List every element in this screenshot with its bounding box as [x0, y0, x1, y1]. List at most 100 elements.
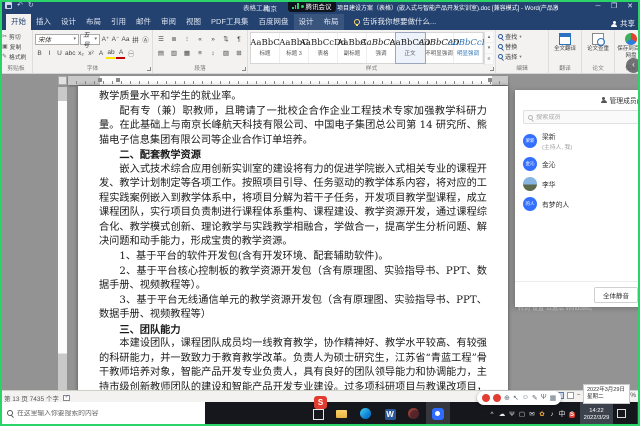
display-tray-icon[interactable]: ▢ — [517, 410, 527, 418]
right-indent-marker[interactable] — [488, 78, 492, 82]
subscript-button[interactable]: x₂ — [76, 48, 85, 59]
italic-button[interactable]: I — [45, 48, 54, 59]
meeting-logo-icon[interactable] — [493, 394, 501, 402]
align-right-button[interactable]: ▦ — [181, 48, 193, 59]
ime-indicator[interactable]: 中 — [557, 409, 567, 419]
text-effects-button[interactable]: A — [96, 48, 105, 59]
red-s-tray-icon[interactable]: S — [567, 411, 577, 418]
share-screen-icon[interactable]: ▦ — [550, 394, 557, 402]
tab-table-design[interactable]: 设计 — [294, 14, 319, 30]
line-spacing-button[interactable]: ↕ — [207, 48, 219, 59]
format-painter-button[interactable]: ✎ 格式刷 — [2, 52, 30, 61]
undo-icon[interactable]: ↶ — [17, 1, 23, 9]
align-left-button[interactable]: ▤ — [155, 48, 167, 59]
emoji-icon[interactable]: ☺ — [522, 394, 529, 402]
app-icon-dark[interactable] — [402, 402, 426, 426]
indent-marker[interactable] — [98, 78, 102, 82]
change-case-button[interactable]: Aa — [121, 34, 130, 45]
align-center-button[interactable]: ▥ — [168, 48, 180, 59]
web-layout-icon[interactable] — [567, 392, 574, 399]
annotate-pen-icon[interactable]: ✎ — [532, 394, 538, 402]
word-icon[interactable]: W — [378, 402, 402, 426]
font-size-select[interactable]: 五号▾ — [80, 34, 100, 45]
zoom-out-button[interactable]: − — [577, 392, 581, 399]
有梦的人[interactable]: 的人 有梦的人 — [515, 194, 640, 214]
paper-check-button[interactable]: 论文查重 — [584, 32, 612, 53]
member-search-box[interactable] — [523, 110, 640, 124]
cursor-icon[interactable]: ↖ — [513, 394, 519, 402]
enclose-characters-button[interactable]: ㊀ — [126, 48, 135, 59]
paragraph-dialog-launcher[interactable] — [242, 67, 246, 71]
font-name-select[interactable]: 宋体▾ — [35, 34, 79, 45]
increase-indent-button[interactable]: » — [207, 34, 219, 45]
tab-home[interactable]: 开始 — [6, 14, 31, 30]
tab-design[interactable]: 设计 — [56, 14, 81, 30]
style-table[interactable]: AaBbCcDd 表格 — [309, 33, 338, 63]
tab-baidu-netdisk[interactable]: 百度网盘 — [254, 14, 294, 30]
minimize-button[interactable]: ─ — [590, 0, 606, 13]
member-search-input[interactable] — [536, 114, 639, 121]
tencent-meeting-overlay[interactable]: 腾讯会议 — [288, 0, 336, 12]
highlight-button[interactable]: ab — [106, 48, 115, 59]
sort-button[interactable]: ⇅ — [220, 34, 232, 45]
tab-pdf-tools[interactable]: PDF工具集 — [206, 14, 254, 30]
volume-icon[interactable]: ♪ — [547, 411, 557, 418]
close-button[interactable]: ✕ — [622, 0, 638, 13]
font-color-button[interactable]: A — [116, 48, 125, 59]
tab-layout[interactable]: 布局 — [81, 14, 106, 30]
tab-review[interactable]: 审阅 — [156, 14, 181, 30]
mute-all-button[interactable]: 全体静音 — [594, 287, 638, 303]
share-button[interactable]: 共享 — [611, 18, 635, 29]
tray-expand-icon[interactable]: ^ — [487, 411, 497, 418]
tab-table-layout[interactable]: 布局 — [319, 14, 344, 30]
tab-view[interactable]: 视图 — [181, 14, 206, 30]
tell-me-search[interactable]: 告诉我你想要做什么... — [354, 14, 437, 30]
tab-stop-selector[interactable] — [58, 76, 67, 85]
style-intense-emphasis[interactable]: AaBbCcD 明显强调 — [454, 33, 483, 63]
superscript-button[interactable]: x² — [86, 48, 95, 59]
金沁[interactable]: 金沁 金沁 — [515, 154, 640, 174]
taskbar-search-box[interactable] — [2, 402, 205, 424]
redo-icon[interactable]: ↻ — [28, 1, 34, 9]
shading-button[interactable]: ▨ — [220, 48, 232, 59]
sunflower-tray-icon[interactable]: ✿ — [537, 410, 547, 418]
action-center-icon[interactable] — [617, 409, 626, 418]
proofing-icon[interactable] — [63, 395, 70, 401]
taskbar-search-input[interactable] — [17, 410, 200, 417]
mic-tray-icon[interactable]: Ψ — [507, 411, 517, 418]
multilevel-list-button[interactable]: ⁝ — [181, 34, 193, 45]
tab-insert[interactable]: 插入 — [31, 14, 56, 30]
李华[interactable]: 李华 — [515, 174, 640, 194]
save-to-baidu-button[interactable]: 保存到百度网盘 — [617, 32, 640, 59]
styles-scroll-up[interactable]: ▴ — [485, 32, 493, 43]
font-dialog-launcher[interactable] — [147, 67, 151, 71]
cut-button[interactable]: ✂ 剪切 — [2, 32, 30, 41]
tab-references[interactable]: 引用 — [106, 14, 131, 30]
underline-button[interactable]: U — [55, 48, 64, 59]
taskbar-clock[interactable]: 14:22 2022/3/29 — [580, 402, 613, 426]
grow-font-button[interactable]: A⁺ — [101, 34, 110, 45]
replace-button[interactable]: 替换 — [498, 42, 546, 51]
first-line-indent-marker[interactable] — [116, 78, 120, 82]
character-border-button[interactable]: Ⓐ — [141, 34, 150, 45]
strikethrough-button[interactable]: abc — [65, 48, 75, 59]
save-icon[interactable] — [5, 2, 12, 9]
show-marks-button[interactable]: ¶ — [233, 34, 245, 45]
maximize-button[interactable]: ❐ — [606, 0, 622, 13]
move-icon[interactable]: ⊕ — [504, 394, 510, 402]
style-heading[interactable]: AaBbC 标题 — [251, 33, 280, 63]
bullets-button[interactable]: ☰ — [155, 34, 167, 45]
phonetic-guide-button[interactable]: 拼 — [131, 34, 140, 45]
bold-button[interactable]: B — [35, 48, 44, 59]
copy-button[interactable]: ▣ 复制 — [2, 42, 30, 51]
justify-button[interactable]: ≡ — [194, 48, 206, 59]
edge-icon[interactable] — [354, 402, 378, 426]
shrink-font-button[interactable]: A⁻ — [111, 34, 120, 45]
translate-button[interactable]: 全文翻译 — [551, 32, 579, 53]
cloud-icon[interactable]: ☁ — [497, 410, 507, 418]
file-explorer-icon[interactable] — [330, 402, 354, 426]
panel-collapse-button[interactable]: ‹ — [626, 58, 640, 73]
numbering-button[interactable]: ≣ — [168, 34, 180, 45]
select-button[interactable]: 选择 ▾ — [498, 52, 546, 61]
message-tray-icon[interactable]: ✉ — [527, 410, 537, 418]
